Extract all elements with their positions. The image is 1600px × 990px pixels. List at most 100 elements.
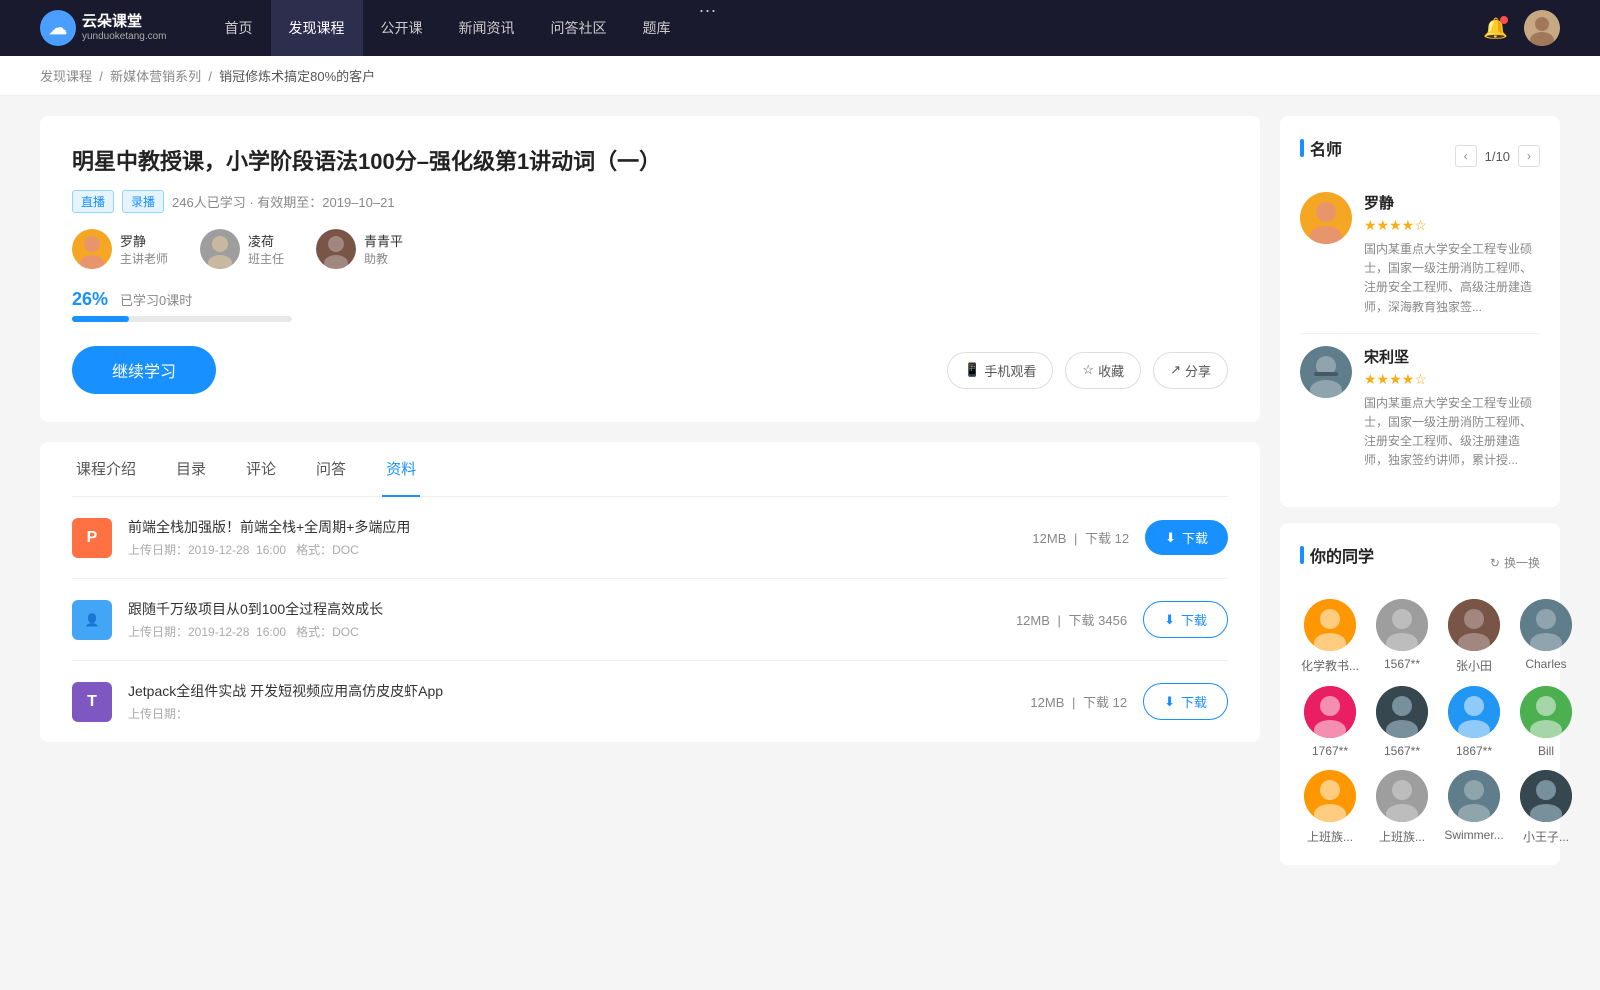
tab-catalog[interactable]: 目录 — [172, 442, 210, 497]
classmate-9: 上班族... — [1300, 770, 1360, 845]
teacher-2-name: 凌荷 — [248, 231, 284, 250]
continue-button[interactable]: 继续学习 — [72, 346, 216, 394]
classmate-10-avatar — [1376, 770, 1428, 822]
teacher-3-name: 青青平 — [364, 231, 403, 250]
classmates-title: 你的同学 — [1300, 543, 1374, 567]
progress-text: 已学习0课时 — [120, 290, 192, 309]
download-button-1[interactable]: ⬇ 下载 — [1145, 520, 1228, 555]
classmate-8-name: Bill — [1516, 744, 1576, 758]
course-actions: 继续学习 📱 手机观看 ☆ 收藏 ↗ 分享 — [72, 346, 1228, 394]
classmate-8: Bill — [1516, 686, 1576, 758]
nav-item-news[interactable]: 新闻资讯 — [441, 0, 533, 56]
tab-comment[interactable]: 评论 — [242, 442, 280, 497]
sidebar-teacher-1-stars: ★★★★☆ — [1364, 217, 1540, 234]
teachers-page: 1/10 — [1485, 149, 1510, 164]
download-button-2[interactable]: ⬇ 下载 — [1143, 601, 1228, 638]
file-meta-2: 上传日期：2019-12-28 16:00 格式：DOC — [128, 623, 1000, 640]
tab-qa[interactable]: 问答 — [312, 442, 350, 497]
course-teachers: 罗静 主讲老师 凌荷 班主任 — [72, 229, 1228, 269]
classmate-3-avatar — [1448, 599, 1500, 651]
collect-button[interactable]: ☆ 收藏 — [1065, 352, 1141, 389]
share-button[interactable]: ↗ 分享 — [1153, 352, 1228, 389]
mobile-watch-button[interactable]: 📱 手机观看 — [947, 352, 1053, 389]
nav-more[interactable]: ··· — [689, 0, 727, 56]
breadcrumb-link-series[interactable]: 新媒体营销系列 — [110, 69, 201, 84]
logo[interactable]: ☁ 云朵课堂 yunduoketang.com — [40, 10, 167, 46]
content-left: 明星中教授课，小学阶段语法100分–强化级第1讲动词（一） 直播 录播 246人… — [40, 116, 1260, 881]
file-name-1: 前端全栈加强版！前端全栈+全周期+多端应用 — [128, 517, 1016, 537]
file-icon-2: 👤 — [72, 600, 112, 640]
sidebar-teacher-1-desc: 国内某重点大学安全工程专业硕士，国家一级注册消防工程师、注册安全工程师、高级注册… — [1364, 240, 1540, 317]
file-info-3: Jetpack全组件实战 开发短视频应用高仿皮皮虾App 上传日期： — [128, 681, 1014, 722]
navbar: ☁ 云朵课堂 yunduoketang.com 首页 发现课程 公开课 新闻资讯… — [0, 0, 1600, 56]
teacher-1-name: 罗静 — [120, 231, 168, 250]
classmate-11: Swimmer... — [1444, 770, 1504, 845]
sidebar-teacher-2-avatar — [1300, 346, 1352, 398]
classmate-10-name: 上班族... — [1372, 828, 1432, 845]
sidebar-teacher-2-desc: 国内某重点大学安全工程专业硕士，国家一级注册消防工程师、注册安全工程师、级注册建… — [1364, 394, 1540, 471]
download-button-3[interactable]: ⬇ 下载 — [1143, 683, 1228, 720]
nav-items: 首页 发现课程 公开课 新闻资讯 问答社区 题库 ··· — [207, 0, 1484, 56]
badge-live: 直播 — [72, 190, 114, 213]
classmate-9-avatar — [1304, 770, 1356, 822]
refresh-button[interactable]: ↻ 换一换 — [1490, 554, 1540, 571]
tabs: 课程介绍 目录 评论 问答 资料 — [72, 442, 1228, 497]
file-stats-1: 12MB | 下载 12 — [1032, 528, 1129, 547]
classmate-1-name: 化学教书... — [1300, 657, 1360, 674]
course-meta: 246人已学习 · 有效期至：2019–10–21 — [172, 192, 395, 211]
teacher-divider — [1300, 333, 1540, 334]
sidebar-teacher-1: 罗静 ★★★★☆ 国内某重点大学安全工程专业硕士，国家一级注册消防工程师、注册安… — [1300, 192, 1540, 317]
nav-item-exam[interactable]: 题库 — [625, 0, 689, 56]
teacher-2-avatar — [200, 229, 240, 269]
teacher-1: 罗静 主讲老师 — [72, 229, 168, 269]
classmate-7-avatar — [1448, 686, 1500, 738]
nav-item-home[interactable]: 首页 — [207, 0, 271, 56]
nav-item-discover[interactable]: 发现课程 — [271, 0, 363, 56]
file-name-3: Jetpack全组件实战 开发短视频应用高仿皮皮虾App — [128, 681, 1014, 701]
nav-item-open[interactable]: 公开课 — [363, 0, 441, 56]
classmate-1-avatar — [1304, 599, 1356, 651]
teacher-1-avatar — [72, 229, 112, 269]
classmate-6-name: 1567** — [1372, 744, 1432, 758]
file-meta-3: 上传日期： — [128, 705, 1014, 722]
bell-icon[interactable]: 🔔 — [1483, 16, 1508, 41]
teachers-next-button[interactable]: › — [1518, 145, 1540, 167]
classmate-12-avatar — [1520, 770, 1572, 822]
file-stats-2: 12MB | 下载 3456 — [1016, 610, 1127, 629]
teacher-1-role: 主讲老师 — [120, 250, 168, 267]
classmate-8-avatar — [1520, 686, 1572, 738]
teacher-2-role: 班主任 — [248, 250, 284, 267]
logo-icon: ☁ — [40, 10, 76, 46]
mobile-icon: 📱 — [964, 362, 980, 378]
classmate-3: 张小田 — [1444, 599, 1504, 674]
classmate-12: 小王子... — [1516, 770, 1576, 845]
breadcrumb-link-discover[interactable]: 发现课程 — [40, 69, 92, 84]
tab-materials[interactable]: 资料 — [382, 442, 420, 497]
file-stats-3: 12MB | 下载 12 — [1030, 692, 1127, 711]
file-name-2: 跟随千万级项目从0到100全过程高效成长 — [128, 599, 1000, 619]
classmate-10: 上班族... — [1372, 770, 1432, 845]
classmate-5-name: 1767** — [1300, 744, 1360, 758]
sidebar-teacher-1-info: 罗静 ★★★★☆ 国内某重点大学安全工程专业硕士，国家一级注册消防工程师、注册安… — [1364, 192, 1540, 317]
sidebar-teacher-1-avatar — [1300, 192, 1352, 244]
file-item-3: T Jetpack全组件实战 开发短视频应用高仿皮皮虾App 上传日期： 12M… — [72, 661, 1228, 742]
nav-right: 🔔 — [1483, 10, 1560, 46]
nav-item-qa[interactable]: 问答社区 — [533, 0, 625, 56]
teachers-nav-btns: ‹ 1/10 › — [1455, 145, 1540, 167]
course-badges: 直播 录播 246人已学习 · 有效期至：2019–10–21 — [72, 190, 1228, 213]
file-info-1: 前端全栈加强版！前端全栈+全周期+多端应用 上传日期：2019-12-28 16… — [128, 517, 1016, 558]
download-icon-3: ⬇ — [1164, 694, 1175, 710]
classmate-12-name: 小王子... — [1516, 828, 1576, 845]
course-title: 明星中教授课，小学阶段语法100分–强化级第1讲动词（一） — [72, 144, 1228, 176]
user-avatar[interactable] — [1524, 10, 1560, 46]
main-layout: 明星中教授课，小学阶段语法100分–强化级第1讲动词（一） 直播 录播 246人… — [0, 96, 1600, 901]
tab-intro[interactable]: 课程介绍 — [72, 442, 140, 497]
classmate-2: 1567** — [1372, 599, 1432, 674]
classmates-grid: 化学教书... 1567** 张小田 — [1300, 599, 1540, 845]
classmate-5: 1767** — [1300, 686, 1360, 758]
sidebar-teacher-2: 宋利坚 ★★★★☆ 国内某重点大学安全工程专业硕士，国家一级注册消防工程师、注册… — [1300, 346, 1540, 471]
classmate-11-name: Swimmer... — [1444, 828, 1504, 842]
tabs-section: 课程介绍 目录 评论 问答 资料 P 前端全栈加强版！前端全栈+全周期+多端应用… — [40, 442, 1260, 742]
teachers-prev-button[interactable]: ‹ — [1455, 145, 1477, 167]
file-icon-3: T — [72, 682, 112, 722]
